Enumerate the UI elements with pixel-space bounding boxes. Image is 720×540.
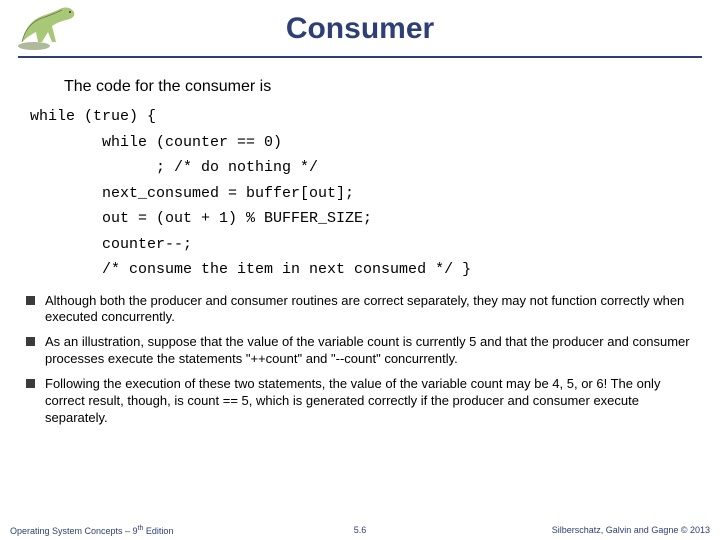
intro-text: The code for the consumer is [24,78,696,104]
footer-left: Operating System Concepts – 9th Edition [10,525,173,536]
title-underline [18,56,702,58]
bullet-list: Although both the producer and consumer … [24,293,696,427]
dinosaur-logo [14,2,86,52]
content-area: The code for the consumer is while (true… [0,60,720,427]
list-item: Although both the producer and consumer … [26,293,694,327]
bullet-square-icon [26,296,35,305]
slide-title: Consumer [0,0,720,46]
code-block: while (true) { while (counter == 0) ; /*… [24,104,696,293]
header: Consumer [0,0,720,60]
footer: Operating System Concepts – 9th Edition … [0,522,720,540]
footer-page: 5.6 [354,525,367,535]
list-item: Following the execution of these two sta… [26,376,694,427]
footer-right: Silberschatz, Galvin and Gagne © 2013 [552,525,710,535]
list-item: As an illustration, suppose that the val… [26,334,694,368]
footer-left-b: Edition [143,526,173,536]
bullet-square-icon [26,379,35,388]
bullet-text: Following the execution of these two sta… [45,376,694,427]
footer-left-a: Operating System Concepts – 9 [10,526,138,536]
bullet-square-icon [26,337,35,346]
bullet-text: As an illustration, suppose that the val… [45,334,694,368]
bullet-text: Although both the producer and consumer … [45,293,694,327]
